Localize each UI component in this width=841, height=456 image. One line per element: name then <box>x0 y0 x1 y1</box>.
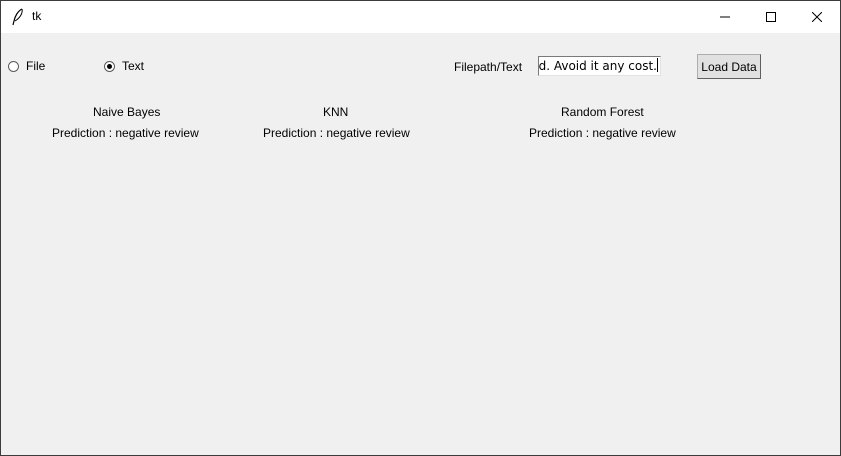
close-button[interactable] <box>794 1 840 33</box>
maximize-button[interactable] <box>748 1 794 33</box>
app-window: tk File Text Filepath/Text o <box>0 0 841 456</box>
window-title: tk <box>32 9 42 23</box>
text-radio-label: Text <box>122 59 145 73</box>
client-area: File Text Filepath/Text ood. Avoid it an… <box>1 33 840 455</box>
load-data-button[interactable]: Load Data <box>697 54 761 79</box>
minimize-icon <box>720 12 730 22</box>
file-radio[interactable] <box>8 60 19 72</box>
text-radio-option[interactable]: Text <box>104 58 144 74</box>
filepath-text-label: Filepath/Text <box>454 60 523 74</box>
close-icon <box>812 12 822 22</box>
minimize-button[interactable] <box>702 1 748 33</box>
file-radio-label: File <box>26 59 46 73</box>
filepath-text-value: ood. Avoid it any cost. <box>538 59 657 73</box>
naive-bayes-prediction: Prediction : negative review <box>52 126 199 140</box>
filepath-text-input[interactable]: ood. Avoid it any cost. <box>538 56 661 76</box>
naive-bayes-title: Naive Bayes <box>93 105 161 119</box>
text-caret <box>657 58 658 72</box>
file-radio-option[interactable]: File <box>8 58 45 74</box>
title-bar[interactable]: tk <box>1 1 840 33</box>
text-radio[interactable] <box>104 60 115 72</box>
knn-prediction: Prediction : negative review <box>263 126 410 140</box>
tk-feather-icon <box>10 8 26 26</box>
maximize-icon <box>766 12 776 22</box>
knn-title: KNN <box>323 105 349 119</box>
random-forest-prediction: Prediction : negative review <box>529 126 676 140</box>
random-forest-title: Random Forest <box>561 105 644 119</box>
